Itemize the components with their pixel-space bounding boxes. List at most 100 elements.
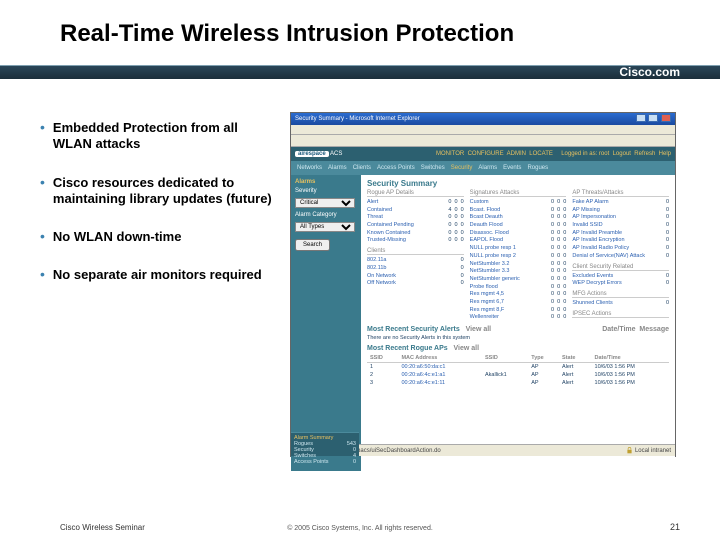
stat-line: AP Impersonation0 [572, 214, 669, 222]
stat-line: Denial of Service(NAV) Attack0 [572, 253, 669, 261]
stat-line: Bcast Deauth0 0 0 [470, 214, 567, 222]
rogue-table: SSID MAC Address SSID Type State Date/Ti… [367, 354, 669, 387]
rogues-header: Most Recent Rogue APs [367, 345, 448, 352]
subnav-item[interactable]: Security [451, 165, 473, 171]
subnav-item[interactable]: Clients [353, 165, 371, 171]
rogue-ap-box: Rogue AP Details Alert0 0 0Contained4 0 … [367, 190, 464, 322]
alarm-row[interactable]: Access Points0 [294, 459, 356, 465]
footer-center: © 2005 Cisco Systems, Inc. All rights re… [0, 525, 720, 532]
window-titlebar[interactable]: Security Summary - Microsoft Internet Ex… [291, 113, 675, 125]
subnav-item[interactable]: Alarms [328, 165, 347, 171]
stat-line: Contained Pending0 0 0 [367, 222, 464, 230]
table-row[interactable]: 200:20:a6:4c:e1:a1Akallick1APAlert10/6/0… [367, 371, 669, 379]
stat-line: Res mgmt 6,70 0 0 [470, 299, 567, 307]
stat-line: 802.11a0 [367, 257, 464, 265]
stat-line: Deauth Flood0 0 0 [470, 222, 567, 230]
nav-configure[interactable]: CONFIGURE [468, 151, 504, 157]
view-all-link[interactable]: View all [453, 345, 479, 352]
help-link[interactable]: Help [659, 151, 671, 157]
bullet-dot: • [40, 120, 45, 153]
bullet-text: Embedded Protection from all WLAN attack… [53, 120, 280, 153]
stat-line: Wellenreiter0 0 0 [470, 314, 567, 322]
bullet-text: No separate air monitors required [53, 267, 262, 283]
th: SSID [482, 354, 528, 363]
page-title: Security Summary [367, 179, 669, 188]
stat-line: WEP Decrypt Errors0 [572, 280, 669, 288]
stat-line: AP Invalid Encryption0 [572, 237, 669, 245]
clients-header: Clients [367, 248, 464, 255]
no-alerts-note: There are no Security Alerts in this sys… [367, 335, 669, 341]
app-header: airespace ACS MONITOR CONFIGURE ADMIN LO… [291, 147, 675, 175]
severity-label: Severity [295, 188, 357, 194]
stat-line: Shunned Clients0 [572, 300, 669, 308]
stat-line: Fake AP Alarm0 [572, 199, 669, 207]
stat-line: NULL probe resp 20 0 0 [470, 253, 567, 261]
stat-line: NetStumbler generic0 0 0 [470, 276, 567, 284]
stat-line: Contained4 0 0 [367, 207, 464, 215]
stat-line: NULL probe resp 10 0 0 [470, 245, 567, 253]
mfg-header: MFG Actions [572, 291, 669, 298]
login-status: Logged in as: root [561, 151, 609, 157]
subnav-item[interactable]: Rogues [527, 165, 548, 171]
logout-link[interactable]: Logout [613, 151, 631, 157]
stat-line: AP Invalid Radio Policy0 [572, 245, 669, 253]
sidebar-header: Alarms [295, 179, 357, 185]
embedded-screenshot: Security Summary - Microsoft Internet Ex… [290, 112, 676, 457]
stat-line: Off Network0 [367, 280, 464, 288]
severity-select[interactable]: Critical [295, 198, 355, 208]
bullet-text: No WLAN down-time [53, 229, 182, 245]
table-row[interactable]: 100:20:a6:50:da:c1APAlert10/6/03 1:56 PM [367, 363, 669, 372]
stat-line: Known Contained0 0 0 [367, 230, 464, 238]
nav-locate[interactable]: LOCATE [529, 151, 553, 157]
header-divider [0, 65, 720, 79]
bullet-dot: • [40, 267, 45, 283]
close-icon[interactable] [661, 114, 671, 122]
stat-line: AP Invalid Preamble0 [572, 230, 669, 238]
cisco-com-label: Cisco.com [619, 65, 680, 79]
brand-sub: ACS [330, 151, 342, 157]
client-sec-header: Client Security Related [572, 264, 669, 271]
stat-line: AP Missing0 [572, 207, 669, 215]
stat-line: NetStumbler 3.20 0 0 [470, 261, 567, 269]
search-button[interactable]: Search [295, 239, 330, 251]
stat-line: EAPOL Flood0 0 0 [470, 237, 567, 245]
subnav-item[interactable]: Access Points [377, 165, 415, 171]
table-row[interactable]: 300:20:a6:4c:e1:11APAlert10/6/03 1:56 PM [367, 379, 669, 387]
stat-line: Custom0 0 0 [470, 199, 567, 207]
bullet-list: •Embedded Protection from all WLAN attac… [40, 120, 280, 306]
refresh-link[interactable]: Refresh [634, 151, 655, 157]
stat-line: Disassoc. Flood0 0 0 [470, 230, 567, 238]
nav-monitor[interactable]: MONITOR [436, 151, 464, 157]
stat-line: Trusted-Missing0 0 0 [367, 237, 464, 245]
stat-line: Probe flood0 0 0 [470, 284, 567, 292]
subnav-item[interactable]: Networks [297, 165, 322, 171]
box-header: Signatures Attacks [470, 190, 567, 197]
th: SSID [367, 354, 398, 363]
stat-line: Bcast. Flood0 0 0 [470, 207, 567, 215]
alerts-filter[interactable]: View all [466, 326, 492, 333]
minimize-icon[interactable] [636, 114, 646, 122]
stat-line: Alert0 0 0 [367, 199, 464, 207]
stat-line: Invalid SSID0 [572, 222, 669, 230]
window-controls[interactable] [635, 114, 671, 124]
bullet-dot: • [40, 175, 45, 208]
browser-menubar[interactable] [291, 125, 675, 135]
footer-page-number: 21 [670, 522, 680, 532]
slide-title: Real-Time Wireless Intrusion Protection [0, 0, 720, 48]
stat-line: Threat0 0 0 [367, 214, 464, 222]
subnav-item[interactable]: Switches [421, 165, 445, 171]
bullet-text: Cisco resources dedicated to maintaining… [53, 175, 280, 208]
subnav-item[interactable]: Events [503, 165, 521, 171]
alerts-header: Most Recent Security Alerts [367, 326, 460, 333]
maximize-icon[interactable] [648, 114, 658, 122]
nav-admin[interactable]: ADMIN [507, 151, 526, 157]
alarm-summary-box: Alarm Summary Rogues543Security0Switches… [291, 432, 359, 456]
subnav-item[interactable]: Alarms [478, 165, 497, 171]
brand-logo: airespace [295, 151, 329, 157]
browser-toolbar[interactable] [291, 135, 675, 147]
stat-line: Res mgmt 4,50 0 0 [470, 291, 567, 299]
lock-icon [626, 447, 633, 454]
signatures-box: Signatures Attacks Custom0 0 0Bcast. Flo… [470, 190, 567, 322]
th: Type [528, 354, 559, 363]
category-select[interactable]: All Types [295, 222, 355, 232]
